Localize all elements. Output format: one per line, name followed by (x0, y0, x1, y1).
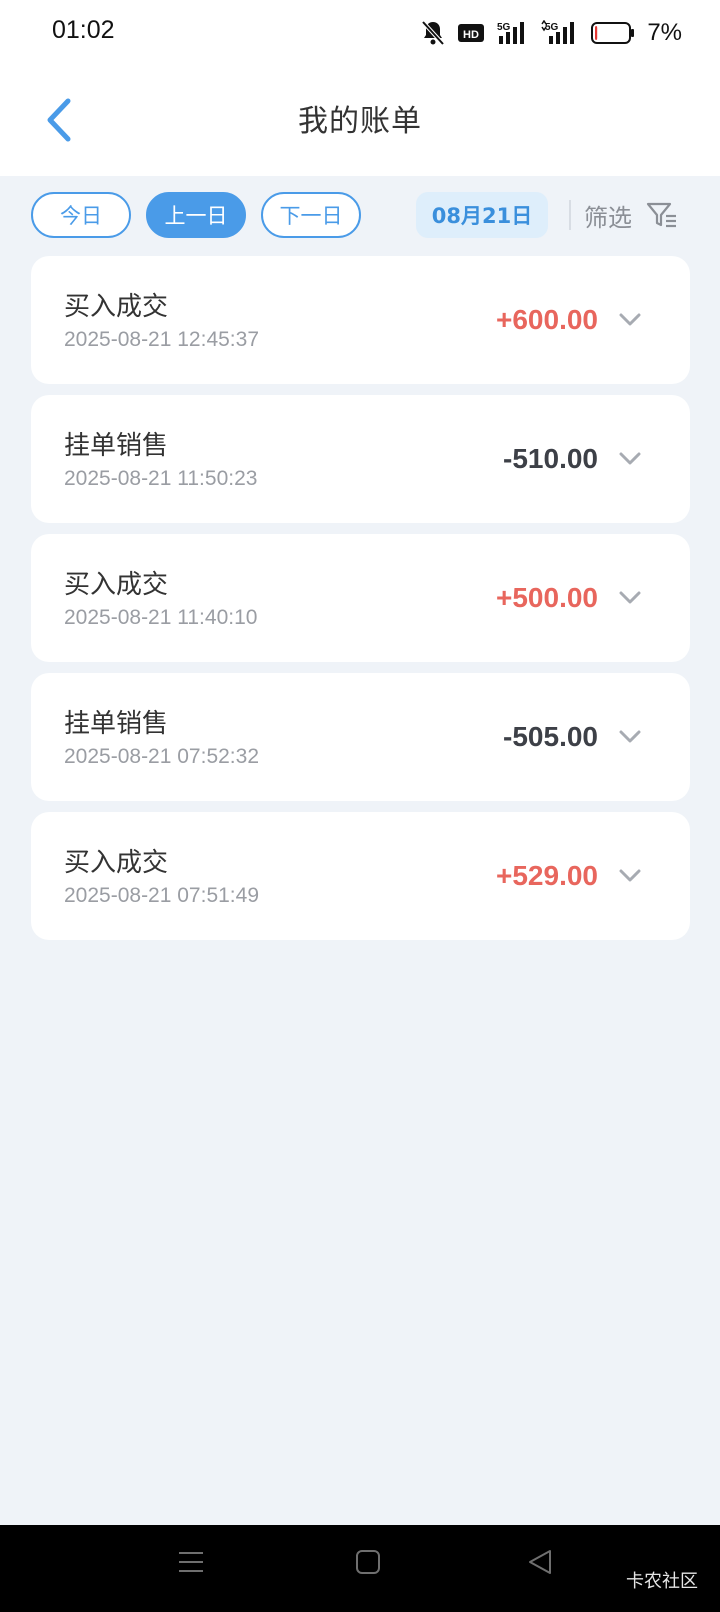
today-button[interactable]: 今日 (31, 192, 131, 238)
transaction-card[interactable]: 买入成交 2025-08-21 12:45:37 +600.00 (31, 256, 690, 384)
chevron-down-icon[interactable] (616, 306, 644, 334)
filter-label: 筛选 (584, 203, 632, 232)
funnel-icon (646, 202, 676, 228)
filter-button[interactable]: 筛选 (584, 192, 694, 238)
status-bar: 01:02 HD 5G 5G 7% (0, 0, 720, 66)
signal-5g-icon: 5G (497, 22, 525, 44)
header-bar: 我的账单 (0, 66, 720, 176)
transaction-amount: +500.00 (496, 582, 598, 613)
previous-day-button[interactable]: 上一日 (146, 192, 246, 238)
transaction-title: 买入成交 (64, 848, 169, 878)
transaction-card[interactable]: 挂单销售 2025-08-21 11:50:23 -510.00 (31, 395, 690, 523)
svg-text:HD: HD (463, 29, 479, 41)
transaction-time: 2025-08-21 12:45:37 (64, 328, 259, 351)
home-square-icon[interactable] (353, 1547, 383, 1577)
transaction-card[interactable]: 挂单销售 2025-08-21 07:52:32 -505.00 (31, 673, 690, 801)
back-triangle-icon[interactable] (525, 1547, 555, 1577)
filter-bar: 今日 上一日 下一日 08月21日 筛选 (0, 176, 720, 256)
transaction-time: 2025-08-21 07:51:49 (64, 884, 259, 907)
battery-icon (591, 22, 635, 44)
transaction-amount: -510.00 (503, 443, 598, 474)
watermark: 卡农社区 (626, 1571, 698, 1592)
hd-icon: HD (458, 24, 485, 42)
chevron-down-icon[interactable] (616, 445, 644, 473)
battery-percent: 7% (647, 19, 682, 46)
transaction-time: 2025-08-21 07:52:32 (64, 745, 259, 768)
status-icons: HD 5G 5G 7% (421, 16, 682, 50)
chevron-down-icon[interactable] (616, 862, 644, 890)
transaction-title: 买入成交 (64, 292, 169, 322)
bell-muted-icon (421, 20, 445, 46)
transaction-title: 挂单销售 (64, 431, 169, 461)
menu-icon[interactable] (176, 1547, 206, 1577)
transaction-amount: +600.00 (496, 304, 598, 335)
transaction-card[interactable]: 买入成交 2025-08-21 11:40:10 +500.00 (31, 534, 690, 662)
chevron-down-icon[interactable] (616, 723, 644, 751)
transaction-amount: +529.00 (496, 860, 598, 891)
divider (569, 200, 571, 230)
transaction-card[interactable]: 买入成交 2025-08-21 07:51:49 +529.00 (31, 812, 690, 940)
svg-text:5G: 5G (497, 22, 511, 33)
transaction-time: 2025-08-21 11:40:10 (64, 606, 258, 629)
page-title: 我的账单 (298, 104, 422, 139)
svg-text:5G: 5G (545, 22, 559, 33)
transaction-title: 买入成交 (64, 570, 169, 600)
date-picker[interactable]: 08月21日 (416, 192, 548, 238)
signal-5g-icon-2: 5G (541, 20, 575, 44)
next-day-button[interactable]: 下一日 (261, 192, 361, 238)
transaction-time: 2025-08-21 11:50:23 (64, 467, 258, 490)
system-nav-bar: 卡农社区 (0, 1525, 720, 1612)
chevron-down-icon[interactable] (616, 584, 644, 612)
transaction-list: 买入成交 2025-08-21 12:45:37 +600.00 挂单销售 20… (31, 256, 690, 951)
transaction-title: 挂单销售 (64, 709, 169, 739)
transaction-amount: -505.00 (503, 721, 598, 752)
status-time: 01:02 (52, 16, 115, 44)
